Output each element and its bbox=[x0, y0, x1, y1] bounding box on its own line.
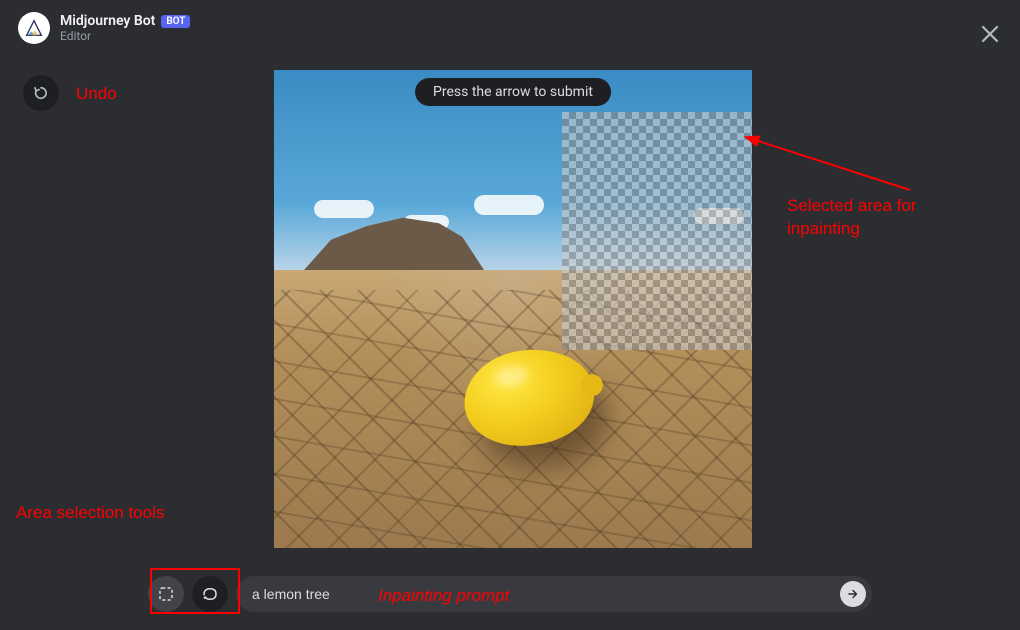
bot-name: Midjourney Bot bbox=[60, 13, 155, 29]
lasso-icon bbox=[201, 585, 219, 603]
close-icon bbox=[978, 22, 1002, 46]
midjourney-logo-icon bbox=[23, 17, 45, 39]
close-button[interactable] bbox=[978, 22, 1002, 46]
annotation-undo: Undo bbox=[76, 84, 117, 104]
annotation-area-tools: Area selection tools bbox=[16, 503, 164, 523]
annotation-arrow bbox=[740, 130, 920, 200]
arrow-right-icon bbox=[846, 587, 860, 601]
inpaint-prompt-input[interactable] bbox=[236, 576, 872, 612]
annotation-selected-area: Selected area for inpainting bbox=[787, 195, 916, 241]
editor-subtitle: Editor bbox=[60, 29, 190, 43]
submit-button[interactable] bbox=[840, 581, 866, 607]
submit-tooltip: Press the arrow to submit bbox=[415, 78, 611, 106]
lasso-select-tool[interactable] bbox=[192, 576, 228, 612]
undo-icon bbox=[32, 84, 50, 102]
inpaint-selection-region[interactable] bbox=[562, 112, 752, 350]
editor-canvas[interactable]: Press the arrow to submit bbox=[274, 70, 752, 548]
rectangle-select-tool[interactable] bbox=[148, 576, 184, 612]
undo-button[interactable] bbox=[23, 75, 59, 111]
header-text: Midjourney Bot BOT Editor bbox=[60, 13, 190, 43]
bot-badge: BOT bbox=[161, 15, 190, 28]
bottom-toolbar bbox=[148, 576, 872, 612]
rectangle-select-icon bbox=[157, 585, 175, 603]
bot-avatar bbox=[18, 12, 50, 44]
editor-header: Midjourney Bot BOT Editor bbox=[0, 0, 1020, 56]
